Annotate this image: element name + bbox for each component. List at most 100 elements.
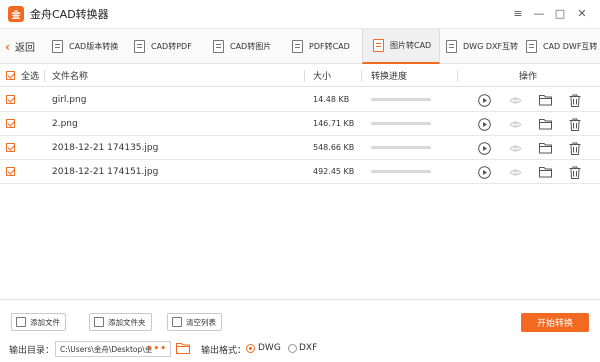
select-all-label: 全选 [21,72,40,82]
column-divider [304,70,305,82]
checkbox-checked-icon [6,119,15,128]
tab-cad-version[interactable]: CAD版本转换 [52,29,118,64]
file-icon [526,40,537,53]
row-checkbox[interactable] [6,112,15,135]
file-name: girl.png [52,94,87,105]
folder-icon[interactable] [538,141,552,155]
tab-cad-to-image[interactable]: CAD转图片 [213,29,271,64]
file-icon [446,40,457,53]
preview-eye-icon [508,141,522,155]
file-icon [213,40,224,53]
file-size: 14.48 KB [313,95,350,104]
column-divider [361,70,362,82]
add-file-button[interactable]: 添加文件 [11,313,66,331]
radio-dxf[interactable] [288,344,297,353]
tab-bar: ‹ 返回 CAD版本转换 CAD转PDF CAD转图片 PDF转CAD 图片转C… [0,28,600,64]
play-icon[interactable] [477,117,491,131]
file-size: 548.66 KB [313,143,355,152]
close-icon[interactable]: ✕ [575,5,589,21]
progress-bar [371,160,431,183]
table-row[interactable]: 2018-12-21 174151.jpg 492.45 KB [0,160,600,184]
checkbox-checked-icon [6,167,15,176]
add-file-icon [16,317,26,327]
trash-icon[interactable] [568,165,582,179]
play-icon[interactable] [477,165,491,179]
file-size: 492.45 KB [313,167,355,176]
file-icon [134,40,145,53]
tab-label: DWG DXF互转 [463,42,519,51]
tab-label: CAD DWF互转 [543,42,598,51]
start-convert-button[interactable]: 开始转换 [521,313,589,332]
play-icon[interactable] [477,93,491,107]
preview-eye-icon [508,117,522,131]
clear-list-button[interactable]: 清空列表 [167,313,222,331]
preview-eye-icon [508,93,522,107]
back-button[interactable]: ‹ 返回 [0,29,42,64]
checkbox-checked-icon [6,95,15,104]
maximize-icon[interactable]: □ [553,5,567,21]
folder-icon[interactable] [538,117,552,131]
column-divider [457,70,458,82]
back-label: 返回 [14,43,35,54]
checkbox-checked-icon [6,71,15,80]
tab-dwg-dxf[interactable]: DWG DXF互转 [446,29,518,64]
add-file-label: 添加文件 [30,317,60,327]
checkbox-checked-icon [6,143,15,152]
tab-pdf-to-cad[interactable]: PDF转CAD [292,29,350,64]
file-name: 2018-12-21 174135.jpg [52,142,159,153]
table-row[interactable]: 2018-12-21 174135.jpg 548.66 KB [0,136,600,160]
file-icon [292,40,303,53]
add-folder-label: 添加文件夹 [108,317,146,327]
tab-cad-dwf[interactable]: CAD DWF互转 [526,29,597,64]
title-bar: 金 金舟CAD转换器 [0,0,600,28]
output-dir-label: 输出目录： [9,346,55,356]
trash-icon[interactable] [568,141,582,155]
file-name: 2018-12-21 174151.jpg [52,166,159,177]
app-logo: 金 [8,6,24,22]
output-dir-field[interactable]: C:\Users\金舟\Desktop\金 ••• [55,341,171,357]
open-folder-icon[interactable] [176,342,190,354]
tab-label: CAD转PDF [151,42,192,51]
radio-dwg[interactable] [246,344,255,353]
progress-bar [371,136,431,159]
select-all-checkbox[interactable]: 全选 [6,65,39,86]
browse-dots-icon[interactable]: ••• [147,344,167,354]
folder-icon[interactable] [538,93,552,107]
file-icon [52,40,63,53]
file-name: 2.png [52,118,78,129]
bottom-divider [0,299,600,300]
preview-eye-icon [508,165,522,179]
table-row[interactable]: girl.png 14.48 KB [0,88,600,112]
add-folder-button[interactable]: 添加文件夹 [89,313,152,331]
column-header-name: 文件名称 [52,72,89,82]
tab-label: PDF转CAD [309,42,350,51]
table-header: 全选 文件名称 大小 转换进度 操作 [0,65,600,87]
row-checkbox[interactable] [6,136,15,159]
minimize-icon[interactable]: — [532,5,546,21]
radio-dxf-label: DXF [299,343,318,353]
menu-icon[interactable]: ≡ [511,5,525,21]
progress-bar [371,88,431,111]
table-row[interactable]: 2.png 146.71 KB [0,112,600,136]
trash-icon[interactable] [568,117,582,131]
tab-cad-to-pdf[interactable]: CAD转PDF [134,29,192,64]
clear-list-label: 清空列表 [186,317,216,327]
tab-label: CAD版本转换 [69,42,119,51]
tab-image-to-cad[interactable]: 图片转CAD [362,29,440,64]
row-checkbox[interactable] [6,88,15,111]
format-label: 输出格式： [201,346,247,356]
tab-label: 图片转CAD [390,41,432,50]
row-checkbox[interactable] [6,160,15,183]
radio-dwg-label: DWG [258,343,281,353]
column-header-actions: 操作 [519,72,538,82]
trash-icon[interactable] [568,93,582,107]
chevron-left-icon: ‹ [5,39,10,54]
folder-icon[interactable] [538,165,552,179]
app-title: 金舟CAD转换器 [30,8,109,21]
column-header-progress: 转换进度 [371,72,408,82]
tab-label: CAD转图片 [230,42,272,51]
column-divider [44,70,45,82]
play-icon[interactable] [477,141,491,155]
column-header-size: 大小 [313,72,332,82]
progress-bar [371,112,431,135]
